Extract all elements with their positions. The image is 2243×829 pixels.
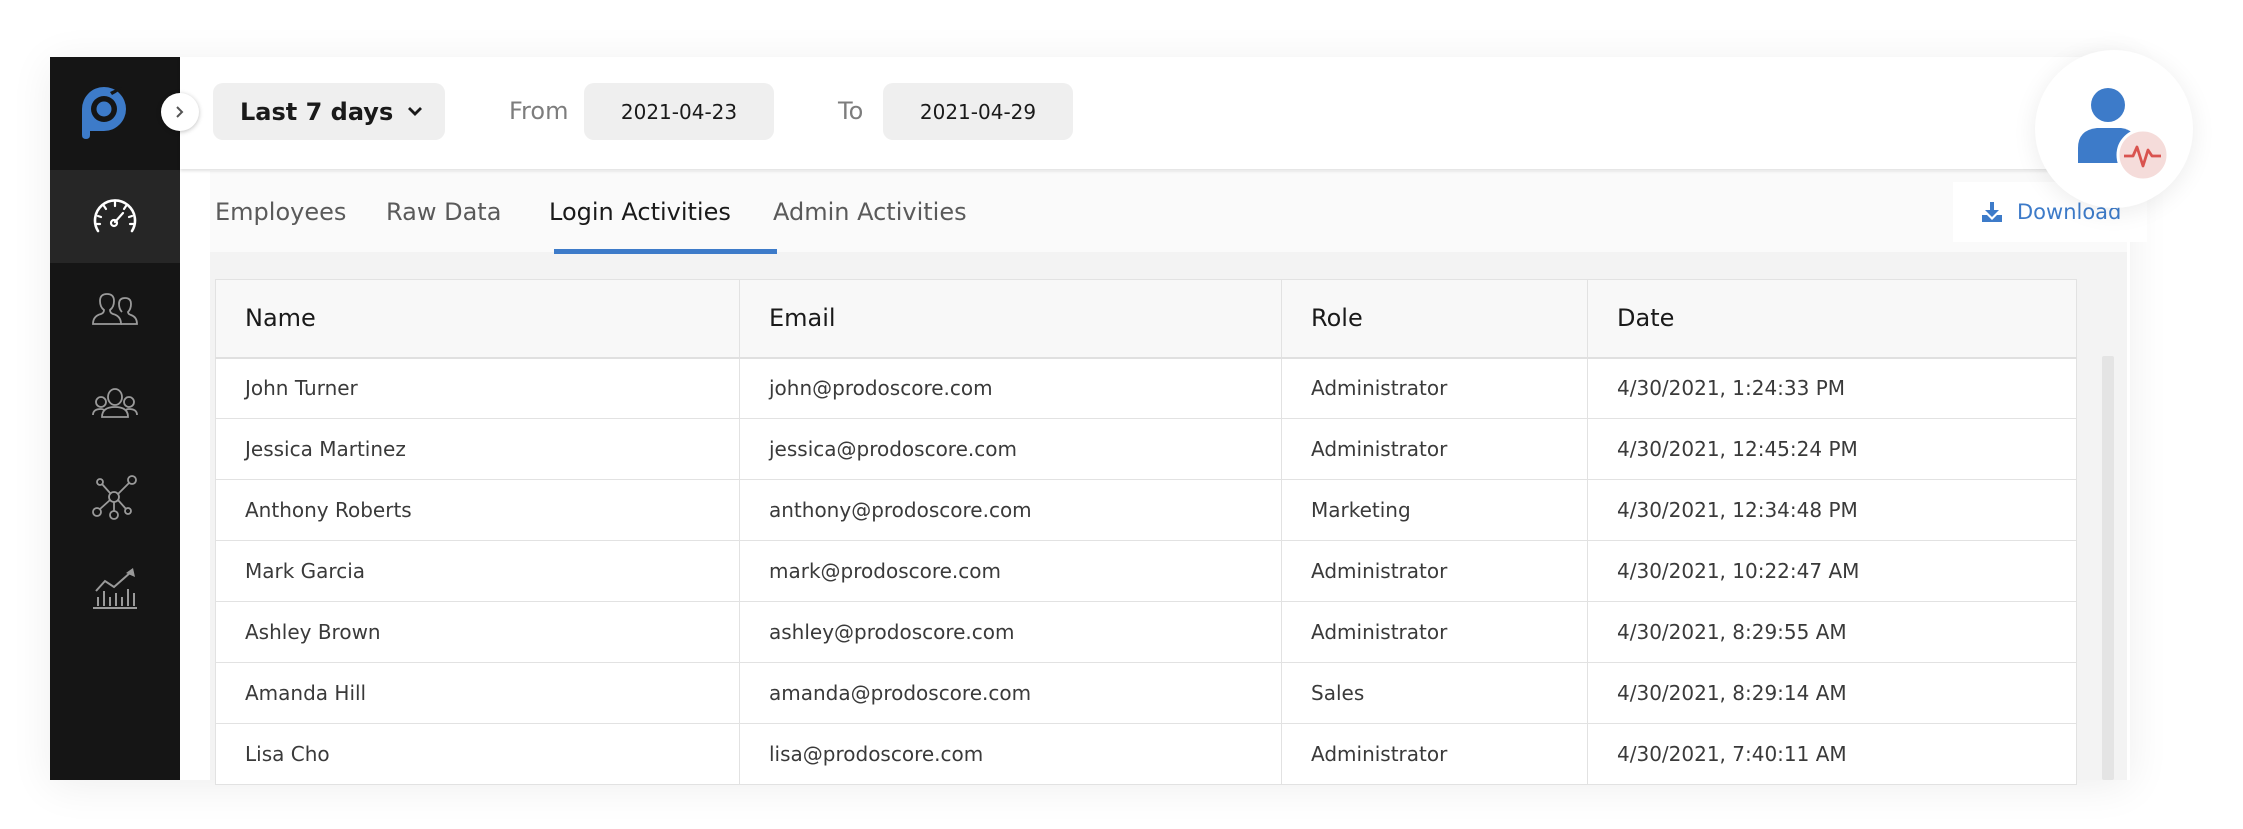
cell-email: jessica@prodoscore.com <box>739 418 1282 480</box>
column-header-role[interactable]: Role <box>1281 279 1588 359</box>
cell-role: Administrator <box>1281 418 1588 480</box>
from-label: From <box>509 97 569 125</box>
sidebar-item-teams[interactable] <box>50 356 180 449</box>
cell-role: Sales <box>1281 662 1588 724</box>
cell-name: Ashley Brown <box>215 601 740 663</box>
tab-employees[interactable]: Employees <box>215 198 346 226</box>
cell-name: Anthony Roberts <box>215 479 740 541</box>
top-filter-bar: Last 7 days From To <box>180 57 2130 169</box>
sidebar <box>50 57 180 780</box>
cell-role: Administrator <box>1281 723 1588 785</box>
network-hub-icon <box>92 474 137 520</box>
cell-name: Mark Garcia <box>215 540 740 602</box>
table-row[interactable]: Jessica Martinez jessica@prodoscore.com … <box>215 418 2077 480</box>
cell-date: 4/30/2021, 8:29:55 AM <box>1587 601 2077 663</box>
table-row[interactable]: Mark Garcia mark@prodoscore.com Administ… <box>215 540 2077 602</box>
user-activity-icon <box>2078 88 2170 182</box>
tabs-bar: Employees Raw Data Login Activities Admi… <box>210 171 2147 254</box>
cell-role: Administrator <box>1281 357 1588 419</box>
cell-role: Administrator <box>1281 601 1588 663</box>
active-tab-indicator <box>554 249 777 254</box>
cell-name: Jessica Martinez <box>215 418 740 480</box>
login-activities-table: Name Email Role Date John Turner john@pr… <box>215 279 2077 785</box>
table-scrollbar[interactable] <box>2102 356 2114 780</box>
cell-date: 4/30/2021, 12:34:48 PM <box>1587 479 2077 541</box>
sidebar-item-users[interactable] <box>50 263 180 356</box>
from-date-input[interactable] <box>584 83 774 140</box>
column-header-email[interactable]: Email <box>739 279 1282 359</box>
table-row[interactable]: Lisa Cho lisa@prodoscore.com Administrat… <box>215 723 2077 785</box>
column-header-date[interactable]: Date <box>1587 279 2077 359</box>
user-activity-avatar[interactable] <box>2035 50 2193 208</box>
sidebar-item-network[interactable] <box>50 449 180 542</box>
sidebar-item-analytics[interactable] <box>50 542 180 635</box>
tab-admin-activities[interactable]: Admin Activities <box>773 198 967 226</box>
cell-email: john@prodoscore.com <box>739 357 1282 419</box>
cell-name: John Turner <box>215 357 740 419</box>
table-row[interactable]: Ashley Brown ashley@prodoscore.com Admin… <box>215 601 2077 663</box>
to-date-input[interactable] <box>883 83 1073 140</box>
table-header-row: Name Email Role Date <box>215 279 2077 359</box>
sidebar-item-dashboard[interactable] <box>50 170 180 263</box>
cell-date: 4/30/2021, 10:22:47 AM <box>1587 540 2077 602</box>
team-group-icon <box>92 387 138 418</box>
cell-date: 4/30/2021, 7:40:11 AM <box>1587 723 2077 785</box>
table-row[interactable]: Anthony Roberts anthony@prodoscore.com M… <box>215 479 2077 541</box>
download-icon <box>1982 202 2002 222</box>
cell-email: amanda@prodoscore.com <box>739 662 1282 724</box>
date-range-value: Last 7 days <box>240 97 394 126</box>
users-icon <box>92 292 138 325</box>
prodoscore-logo[interactable] <box>76 79 132 139</box>
chevron-right-icon <box>176 106 184 118</box>
chevron-down-icon <box>408 107 422 116</box>
sidebar-expand-button[interactable] <box>161 93 199 131</box>
tab-raw-data[interactable]: Raw Data <box>386 198 501 226</box>
cell-date: 4/30/2021, 8:29:14 AM <box>1587 662 2077 724</box>
cell-date: 4/30/2021, 12:45:24 PM <box>1587 418 2077 480</box>
cell-name: Amanda Hill <box>215 662 740 724</box>
column-header-name[interactable]: Name <box>215 279 740 359</box>
tab-login-activities[interactable]: Login Activities <box>549 198 731 226</box>
chart-trend-icon <box>93 567 137 609</box>
cell-email: mark@prodoscore.com <box>739 540 1282 602</box>
table-row[interactable]: John Turner john@prodoscore.com Administ… <box>215 357 2077 419</box>
table-row[interactable]: Amanda Hill amanda@prodoscore.com Sales … <box>215 662 2077 724</box>
cell-role: Marketing <box>1281 479 1588 541</box>
cell-email: ashley@prodoscore.com <box>739 601 1282 663</box>
cell-email: lisa@prodoscore.com <box>739 723 1282 785</box>
cell-date: 4/30/2021, 1:24:33 PM <box>1587 357 2077 419</box>
date-range-select[interactable]: Last 7 days <box>213 83 445 140</box>
cell-role: Administrator <box>1281 540 1588 602</box>
cell-email: anthony@prodoscore.com <box>739 479 1282 541</box>
speedometer-icon <box>93 198 137 232</box>
cell-name: Lisa Cho <box>215 723 740 785</box>
main-content: Employees Raw Data Login Activities Admi… <box>180 169 2147 785</box>
to-label: To <box>838 97 864 125</box>
